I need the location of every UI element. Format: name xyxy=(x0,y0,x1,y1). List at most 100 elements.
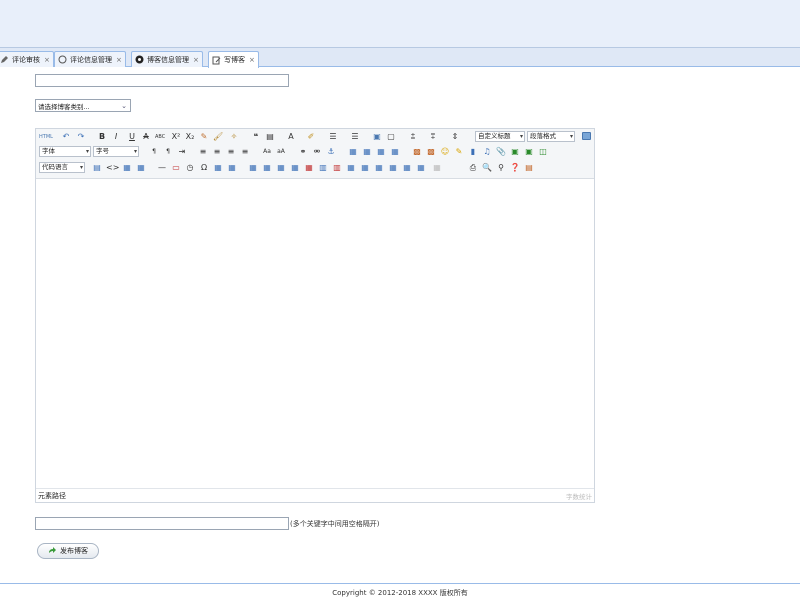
delete-table-icon[interactable]: ▦ xyxy=(262,163,272,173)
to-uppercase-icon[interactable]: Aa xyxy=(262,147,272,157)
align-right-icon[interactable]: ≡ xyxy=(226,147,236,157)
paragraph-format-combo[interactable]: 段落格式 ▾ xyxy=(527,131,575,142)
redo-icon[interactable]: ↷ xyxy=(76,132,86,142)
format-brush-icon[interactable]: 🖌 xyxy=(213,132,223,142)
google-map-icon[interactable]: ▣ xyxy=(524,147,534,157)
strikethrough-icon[interactable]: A xyxy=(141,132,151,142)
line-height-icon[interactable]: ⇕ xyxy=(450,132,460,142)
unlink-icon[interactable]: ⚮ xyxy=(312,147,322,157)
indent-icon[interactable]: ⇥ xyxy=(177,147,187,157)
date-icon[interactable]: ▭ xyxy=(171,163,181,173)
music-icon[interactable]: ♫ xyxy=(482,147,492,157)
insert-paragraph-icon[interactable]: ▦ xyxy=(276,163,286,173)
tab-close-icon[interactable]: × xyxy=(116,56,122,64)
highlight-color-icon[interactable]: ✐ xyxy=(306,132,316,142)
align-center-icon[interactable]: ≡ xyxy=(212,147,222,157)
map-icon[interactable]: ▣ xyxy=(510,147,520,157)
to-lowercase-icon[interactable]: aA xyxy=(276,147,286,157)
tab-blog-manage[interactable]: 博客信息管理 × xyxy=(131,51,203,67)
fullscreen-icon[interactable] xyxy=(582,132,591,140)
tab-comment-review[interactable]: 评论审核 × xyxy=(0,51,54,67)
tab-close-icon[interactable]: × xyxy=(193,56,199,64)
clear-doc-icon[interactable]: ▢ xyxy=(386,132,396,142)
superscript-icon[interactable]: X² xyxy=(171,132,181,142)
anchor-icon[interactable]: ⚓ xyxy=(326,147,336,157)
keywords-input[interactable] xyxy=(35,517,289,530)
paste-plain-icon[interactable]: ▤ xyxy=(265,132,275,142)
insert-frame-icon[interactable]: ◫ xyxy=(538,147,548,157)
template-icon[interactable]: ▦ xyxy=(122,163,132,173)
font-size-combo[interactable]: 字号 ▾ xyxy=(93,146,139,157)
tab-close-icon[interactable]: × xyxy=(44,56,50,64)
font-family-combo[interactable]: 字体 ▾ xyxy=(39,146,91,157)
publish-button[interactable]: 发布博客 xyxy=(37,543,99,559)
italic-icon[interactable]: I xyxy=(111,132,121,142)
insert-row-icon[interactable]: ▦ xyxy=(290,163,300,173)
background-icon[interactable]: ▦ xyxy=(136,163,146,173)
merge-right-icon[interactable]: ▦ xyxy=(360,163,370,173)
undo-icon[interactable]: ↶ xyxy=(61,132,71,142)
blog-type-select[interactable]: 请选择博客类别... ⌄ xyxy=(35,99,131,112)
delete-row-icon[interactable]: ▦ xyxy=(304,163,314,173)
special-chars-icon[interactable]: Ω xyxy=(199,163,209,173)
drafts-icon[interactable]: ▤ xyxy=(524,163,534,173)
editor-content-area[interactable] xyxy=(36,179,594,488)
insert-code-icon[interactable]: <> xyxy=(106,163,119,173)
insert-video-icon[interactable]: ▮ xyxy=(468,147,478,157)
image-left-icon[interactable]: ▦ xyxy=(362,147,372,157)
source-html-icon[interactable]: HTML xyxy=(39,132,53,142)
tab-close-icon[interactable]: × xyxy=(249,56,255,64)
blockquote-icon[interactable]: ❝ xyxy=(251,132,261,142)
tab-write-blog[interactable]: 写博客 × xyxy=(208,51,259,68)
delete-col-icon[interactable]: ▥ xyxy=(332,163,342,173)
time-icon[interactable]: ◷ xyxy=(185,163,195,173)
print-icon[interactable]: ⎙ xyxy=(468,163,478,173)
subscript-icon[interactable]: X₂ xyxy=(185,132,195,142)
rtl-icon[interactable]: ¶ xyxy=(163,147,173,157)
tab-comment-manage[interactable]: 评论信息管理 × xyxy=(54,51,126,67)
help-icon[interactable]: ❓ xyxy=(510,163,520,173)
wordimage-icon[interactable]: ▦ xyxy=(213,163,223,173)
row-spacing-bottom-icon[interactable]: ⩱ xyxy=(428,132,438,142)
scrawl-icon[interactable]: ✎ xyxy=(454,147,464,157)
emotion-icon[interactable]: ☺ xyxy=(440,147,450,157)
code-language-combo[interactable]: 代码语言 ▾ xyxy=(39,162,85,173)
split-cells-icon[interactable]: ▦ xyxy=(388,163,398,173)
link-icon[interactable]: ⚭ xyxy=(298,147,308,157)
font-border-icon[interactable]: ABC xyxy=(155,132,165,142)
font-family-label: 字体 xyxy=(42,147,55,155)
align-left-icon[interactable]: ≡ xyxy=(198,147,208,157)
attachment-icon[interactable]: 📎 xyxy=(496,147,506,157)
insert-table-icon[interactable]: ▦ xyxy=(248,163,258,173)
row-spacing-top-icon[interactable]: ⩲ xyxy=(408,132,418,142)
edit-icon xyxy=(0,55,9,64)
split-rows-icon[interactable]: ▦ xyxy=(402,163,412,173)
split-cols-icon[interactable]: ▦ xyxy=(416,163,426,173)
align-justify-icon[interactable]: ≡ xyxy=(240,147,250,157)
page-break-icon[interactable]: ▤ xyxy=(92,163,102,173)
ordered-list-icon[interactable]: ☰ xyxy=(328,132,338,142)
merge-cells-icon[interactable]: ▦ xyxy=(346,163,356,173)
image-none-icon[interactable]: ▦ xyxy=(348,147,358,157)
preview-icon[interactable]: 🔍 xyxy=(482,163,492,173)
ltr-icon[interactable]: ¶ xyxy=(149,147,159,157)
auto-typeset-icon[interactable]: ✧ xyxy=(229,132,239,142)
simple-upload-icon[interactable]: ▩ xyxy=(412,147,422,157)
insert-image-icon[interactable]: ▩ xyxy=(426,147,436,157)
bold-icon[interactable]: B xyxy=(97,132,107,142)
unordered-list-icon[interactable]: ☰ xyxy=(350,132,360,142)
search-replace-icon[interactable]: ⚲ xyxy=(496,163,506,173)
underline-icon[interactable]: U xyxy=(127,132,137,142)
font-color-icon[interactable]: A xyxy=(286,132,296,142)
select-all-icon[interactable]: ▣ xyxy=(372,132,382,142)
image-center-icon[interactable]: ▦ xyxy=(390,147,400,157)
title-input[interactable] xyxy=(35,74,289,87)
insert-col-icon[interactable]: ▥ xyxy=(318,163,328,173)
image-right-icon[interactable]: ▦ xyxy=(376,147,386,157)
merge-down-icon[interactable]: ▦ xyxy=(374,163,384,173)
custom-title-combo[interactable]: 自定义标题 ▾ xyxy=(475,131,525,142)
snapscreen-icon[interactable]: ▦ xyxy=(227,163,237,173)
table-properties-icon[interactable]: ▦ xyxy=(432,163,442,173)
format-clear-icon[interactable]: ✎ xyxy=(199,132,209,142)
horizontal-line-icon[interactable]: — xyxy=(157,163,167,173)
